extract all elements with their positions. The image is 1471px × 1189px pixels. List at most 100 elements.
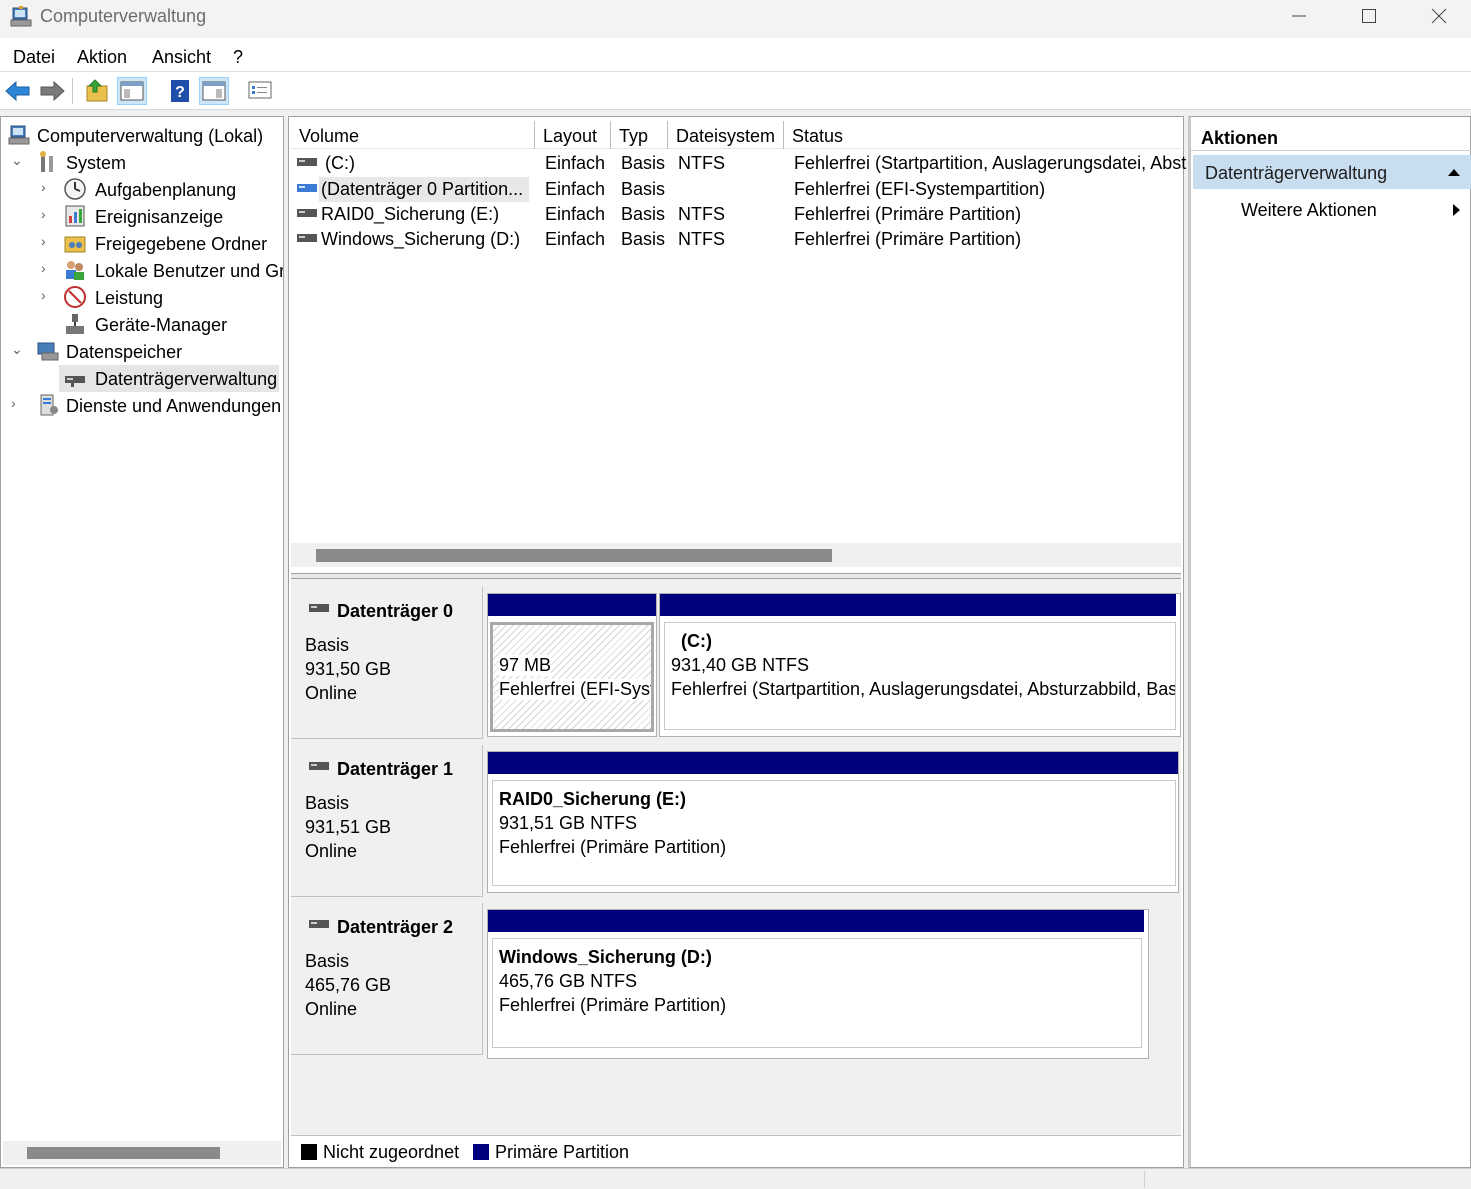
partition-size: 465,76 GB NTFS <box>499 971 638 991</box>
collapse-up-icon[interactable] <box>1447 167 1461 177</box>
forward-button[interactable] <box>37 77 67 105</box>
show-hide-action-pane-button[interactable] <box>199 77 229 105</box>
status-bar-separator <box>1144 1171 1145 1188</box>
disk-name: Datenträger 2 <box>337 917 454 937</box>
up-one-level-button[interactable] <box>83 77 113 105</box>
chevron-right-icon[interactable]: › <box>41 260 55 276</box>
back-button[interactable] <box>3 77 33 105</box>
partition-e[interactable]: RAID0_Sicherung (E:) 931,51 GB NTFS Fehl… <box>487 751 1179 893</box>
disk-2-label[interactable]: Datenträger 2 Basis 465,76 GB Online <box>291 903 483 1055</box>
maximize-button[interactable] <box>1334 0 1404 32</box>
tree-item-freigegebene-ordner[interactable]: › Freigegebene Ordner <box>1 230 283 257</box>
column-header-volume[interactable]: Volume <box>291 121 535 149</box>
tree-horizontal-scrollbar[interactable] <box>3 1141 281 1165</box>
scrollbar-thumb[interactable] <box>27 1147 220 1159</box>
chevron-right-icon[interactable]: › <box>41 287 55 303</box>
menu-ansicht[interactable]: Ansicht <box>152 47 211 68</box>
volume-typ: Basis <box>621 229 666 249</box>
tree-item-label: Dienste und Anwendungen <box>66 396 282 416</box>
legend-swatch-unallocated <box>301 1144 317 1160</box>
disk-0-label[interactable]: Datenträger 0 Basis 931,50 GB Online <box>291 587 483 739</box>
minimize-button[interactable] <box>1264 0 1334 32</box>
volume-name: Windows_Sicherung (D:) <box>321 229 521 249</box>
chevron-right-icon[interactable]: › <box>41 206 55 222</box>
drive-icon <box>297 158 317 166</box>
volume-list-horizontal-scrollbar[interactable] <box>291 543 1181 567</box>
volume-status: Fehlerfrei (Primäre Partition) <box>794 204 1022 224</box>
chevron-down-icon[interactable]: ⌄ <box>11 341 25 357</box>
chevron-right-icon[interactable]: › <box>41 233 55 249</box>
computer-management-icon <box>10 6 32 27</box>
partition-title: (C:) <box>681 631 712 651</box>
menu-datei[interactable]: Datei <box>13 47 55 68</box>
actions-section-label: Datenträgerverwaltung <box>1205 163 1388 183</box>
up-folder-icon <box>86 79 108 102</box>
legend-swatch-primary <box>473 1144 489 1160</box>
toolbar: ? <box>0 72 1471 110</box>
close-button[interactable] <box>1404 0 1471 32</box>
actions-section-datentraegerverwaltung[interactable]: Datenträgerverwaltung <box>1193 155 1471 189</box>
device-manager-icon <box>66 314 84 334</box>
tree-item-datentraegerverwaltung[interactable]: Datenträgerverwaltung <box>59 365 279 392</box>
tools-icon <box>40 151 53 172</box>
menu-aktion[interactable]: Aktion <box>77 47 127 68</box>
tree-item-label: Datenspeicher <box>66 342 183 362</box>
action-weitere-aktionen[interactable]: Weitere Aktionen <box>1193 193 1471 227</box>
tree-item-geraete-manager[interactable]: Geräte-Manager <box>1 311 283 338</box>
actions-pane: Aktionen Datenträgerverwaltung Weitere A… <box>1188 116 1471 1168</box>
partition-efi[interactable]: 97 MB Fehlerfrei (EFI-Syst <box>487 593 657 737</box>
tree-item-datenspeicher[interactable]: ⌄ Datenspeicher <box>1 338 283 365</box>
tree-item-label: Leistung <box>95 288 164 308</box>
tree-item-ereignisanzeige[interactable]: › Ereignisanzeige <box>1 203 283 230</box>
disk-name: Datenträger 0 <box>337 601 454 621</box>
disk-size: 465,76 GB <box>305 975 392 995</box>
partition-content: RAID0_Sicherung (E:) 931,51 GB NTFS Fehl… <box>492 780 1176 886</box>
tree-item-root[interactable]: Computerverwaltung (Lokal) <box>1 122 283 149</box>
properties-button[interactable] <box>245 77 275 105</box>
menu-help[interactable]: ? <box>233 47 243 68</box>
forward-icon <box>40 80 65 102</box>
status-bar <box>0 1168 1471 1189</box>
volume-row[interactable]: Windows_Sicherung (D:) Einfach Basis NTF… <box>291 227 1181 252</box>
volume-status: Fehlerfrei (EFI-Systempartition) <box>794 179 1046 199</box>
shared-folder-icon <box>64 236 86 253</box>
scrollbar-thumb[interactable] <box>316 549 832 562</box>
chevron-down-icon[interactable]: ⌄ <box>11 152 25 168</box>
partition-d[interactable]: Windows_Sicherung (D:) 465,76 GB NTFS Fe… <box>487 909 1149 1059</box>
back-icon <box>5 80 30 102</box>
tree-item-label: Lokale Benutzer und Gru <box>95 261 284 281</box>
tree-item-leistung[interactable]: › Leistung <box>1 284 283 311</box>
show-hide-tree-button[interactable] <box>117 77 147 105</box>
chevron-right-icon[interactable]: › <box>41 179 55 195</box>
volume-row[interactable]: (Datenträger 0 Partition... Einfach Basi… <box>291 177 1181 202</box>
tree-item-system[interactable]: ⌄ System <box>1 149 283 176</box>
volume-typ: Basis <box>621 153 666 173</box>
disk-icon <box>309 762 329 770</box>
partition-title: RAID0_Sicherung (E:) <box>499 789 687 809</box>
partition-content: (C:) 931,40 GB NTFS Fehlerfrei (Startpar… <box>664 622 1176 730</box>
tree-item-dienste[interactable]: › Dienste und Anwendungen <box>1 392 283 419</box>
title-bar: Computerverwaltung <box>0 0 1471 38</box>
disk-1-label[interactable]: Datenträger 1 Basis 931,51 GB Online <box>291 745 483 897</box>
tree-item-aufgabenplanung[interactable]: › Aufgabenplanung <box>1 176 283 203</box>
partition-c[interactable]: (C:) 931,40 GB NTFS Fehlerfrei (Startpar… <box>659 593 1181 737</box>
tree-item-label: Ereignisanzeige <box>95 207 224 227</box>
help-button[interactable]: ? <box>165 77 195 105</box>
column-header-dateisystem[interactable]: Dateisystem <box>668 121 784 149</box>
close-icon <box>1431 8 1447 24</box>
column-header-typ[interactable]: Typ <box>611 121 668 149</box>
services-icon <box>40 394 58 416</box>
volume-row[interactable]: (C:) Einfach Basis NTFS Fehlerfrei (Star… <box>291 151 1186 176</box>
volume-fs: NTFS <box>678 229 725 249</box>
tree-item-label: Datenträgerverwaltung <box>95 369 278 389</box>
chevron-right-icon[interactable]: › <box>11 395 25 411</box>
column-header-layout[interactable]: Layout <box>535 121 611 149</box>
show-hide-tree-icon <box>120 81 144 101</box>
column-header-status[interactable]: Status <box>784 121 1181 149</box>
partition-bar <box>488 910 1144 932</box>
volume-row[interactable]: RAID0_Sicherung (E:) Einfach Basis NTFS … <box>291 202 1181 227</box>
toolbar-separator <box>72 78 73 104</box>
tree-item-lokale-benutzer[interactable]: › Lokale Benutzer und Gru <box>1 257 283 284</box>
volume-layout: Einfach <box>545 179 606 199</box>
disk-type: Basis <box>305 951 350 971</box>
